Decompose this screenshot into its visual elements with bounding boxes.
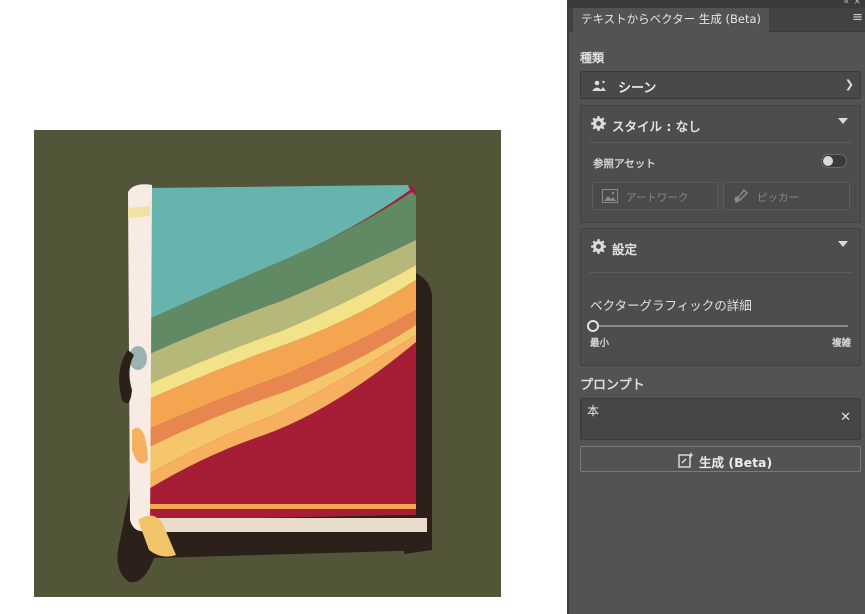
- style-section-header[interactable]: スタイル : なし: [581, 106, 860, 142]
- picker-button-label: ピッカー: [757, 192, 799, 204]
- panel-top-strip: « ×: [569, 0, 865, 8]
- prompt-text: 本: [587, 404, 600, 418]
- image-icon: [602, 189, 618, 203]
- toggle-knob: [823, 156, 833, 166]
- gear-icon: [591, 116, 606, 131]
- panel-tab-bar: テキストからベクター 生成 (Beta) ≡: [569, 8, 865, 33]
- canvas-area[interactable]: [0, 0, 567, 614]
- spine-stripe: [128, 206, 150, 218]
- detail-slider-handle[interactable]: [587, 320, 599, 332]
- collapse-icon[interactable]: «: [843, 0, 849, 7]
- artwork-button-label: アートワーク: [626, 192, 689, 204]
- artwork-button[interactable]: アートワーク: [592, 182, 718, 210]
- prompt-label: プロンプト: [580, 378, 645, 393]
- clear-icon[interactable]: ✕: [840, 410, 851, 425]
- chevron-down-icon: ❯: [844, 78, 854, 91]
- settings-section-header[interactable]: 設定: [581, 229, 860, 265]
- prompt-input[interactable]: 本 ✕: [580, 398, 861, 440]
- type-dropdown[interactable]: シーン ❯: [580, 71, 861, 99]
- divider: [589, 142, 852, 143]
- eyedropper-icon: [734, 189, 748, 203]
- scene-icon: [592, 80, 606, 91]
- caret-down-icon: [838, 118, 848, 124]
- tab-text-to-vector[interactable]: テキストからベクター 生成 (Beta): [573, 8, 769, 33]
- text-to-vector-panel: « × テキストからベクター 生成 (Beta) ≡ 種類 シーン ❯ スタイル…: [567, 0, 865, 614]
- generate-sparkle-icon: [678, 452, 694, 468]
- generate-button-label: 生成 (Beta): [699, 455, 773, 470]
- page-edge: [147, 518, 427, 532]
- detail-min-label: 最小: [590, 338, 610, 349]
- gear-icon: [591, 239, 606, 254]
- detail-max-label: 複雑: [831, 338, 851, 349]
- settings-section: 設定 ベクターグラフィックの詳細 最小 複雑: [580, 228, 861, 366]
- caret-down-icon: [838, 241, 848, 247]
- vector-detail-label: ベクターグラフィックの詳細: [590, 298, 752, 313]
- reference-asset-label: 参照アセット: [593, 158, 656, 170]
- settings-title: 設定: [612, 242, 638, 257]
- panel-menu-icon[interactable]: ≡: [852, 10, 863, 25]
- type-label: 種類: [580, 51, 605, 65]
- type-value: シーン: [618, 81, 657, 96]
- cover-stripe-orange: [147, 504, 416, 509]
- generate-button[interactable]: 生成 (Beta): [580, 446, 861, 472]
- style-title: スタイル : なし: [612, 119, 701, 134]
- close-icon[interactable]: ×: [853, 0, 861, 7]
- style-section: スタイル : なし 参照アセット アートワーク ピッカー: [580, 105, 861, 223]
- reference-asset-toggle[interactable]: [821, 154, 847, 168]
- generated-book-artwork[interactable]: [34, 130, 501, 597]
- detail-slider-track[interactable]: [593, 325, 848, 327]
- divider: [589, 272, 852, 273]
- picker-button[interactable]: ピッカー: [723, 182, 850, 210]
